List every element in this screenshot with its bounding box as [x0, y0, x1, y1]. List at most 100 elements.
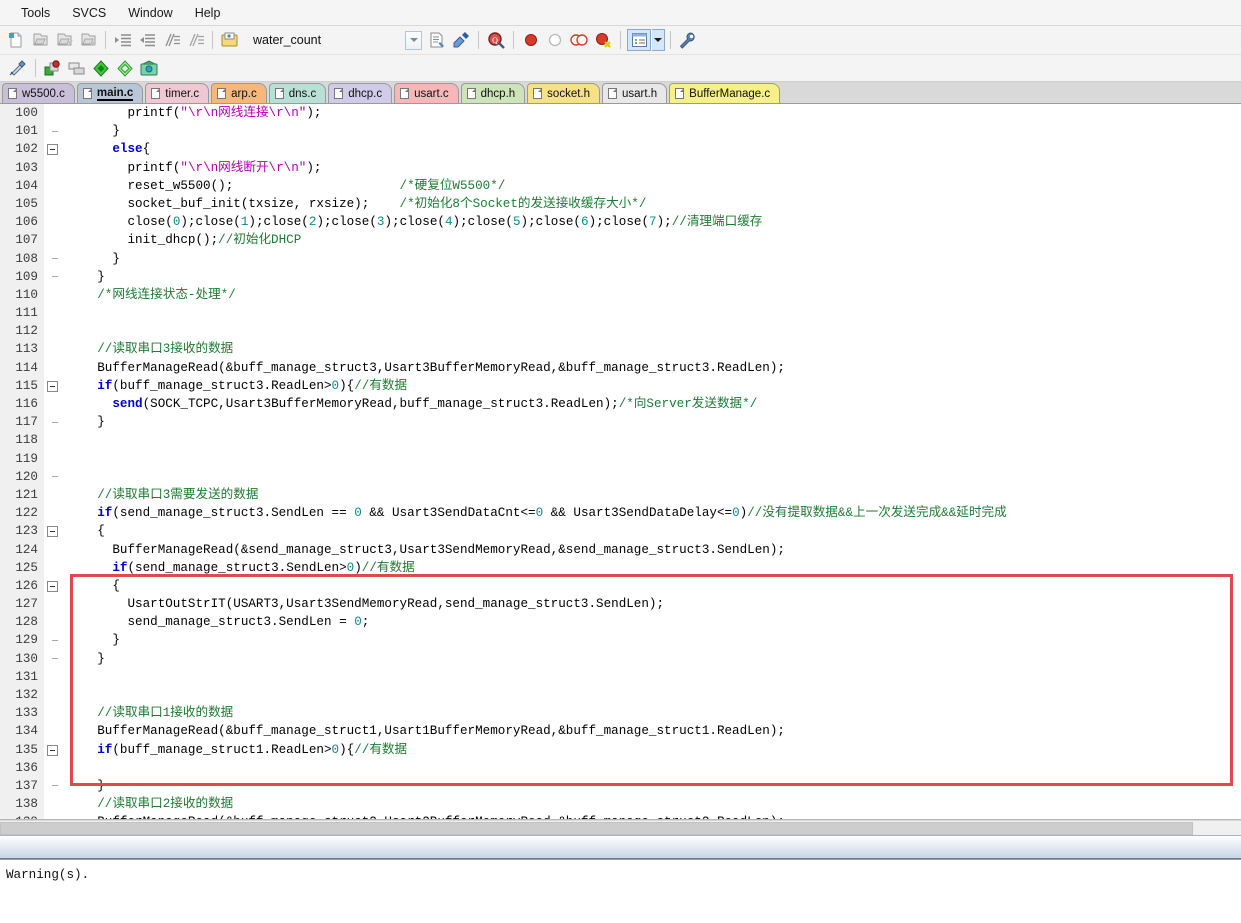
code-line[interactable]: 135 if(buff_manage_struct1.ReadLen>0){//… — [0, 740, 1241, 759]
code-line[interactable]: 121 //读取串口3需要发送的数据 — [0, 485, 1241, 505]
code-line[interactable]: 136 — [0, 758, 1241, 777]
indent-icon[interactable] — [112, 29, 134, 51]
line-number: 107 — [0, 231, 44, 250]
batch-build-icon[interactable] — [66, 57, 88, 79]
menu-tools[interactable]: Tools — [10, 3, 61, 23]
code-content[interactable]: 100 printf("\r\n网线连接\r\n"); 101 } 102 else… — [0, 104, 1241, 819]
file-tab-BufferManage-c[interactable]: BufferManage.c — [669, 83, 781, 103]
configure-icon[interactable] — [450, 29, 472, 51]
code-line[interactable]: 137 } — [0, 776, 1241, 796]
code-line[interactable]: 133 //读取串口1接收的数据 — [0, 704, 1241, 723]
code-line[interactable]: 132 — [0, 686, 1241, 705]
code-line[interactable]: 110 /*网线连接状态-处理*/ — [0, 285, 1241, 305]
file-properties-icon[interactable] — [426, 29, 448, 51]
fold-collapse-icon[interactable] — [47, 380, 58, 392]
file-tab-arp-c[interactable]: arp.c — [211, 83, 267, 103]
code-line[interactable]: 129 } — [0, 631, 1241, 650]
file-tab-dns-c[interactable]: dns.c — [268, 83, 327, 103]
disable-breakpoint-icon[interactable] — [568, 29, 590, 51]
code-line[interactable]: 113 //读取串口3接收的数据 — [0, 340, 1241, 359]
code-line[interactable]: 115 if(buff_manage_struct3.ReadLen>0){//… — [0, 376, 1241, 396]
file-tab-socket-h[interactable]: socket.h — [527, 83, 600, 103]
save-all-icon[interactable] — [77, 29, 99, 51]
open-file-icon[interactable] — [29, 29, 51, 51]
code-line[interactable]: 134 BufferManageRead(&buff_manage_struct… — [0, 722, 1241, 741]
file-tab-w5500-c[interactable]: w5500.c — [2, 83, 75, 103]
outdent-icon[interactable] — [136, 29, 158, 51]
rebuild-icon[interactable] — [7, 57, 29, 79]
code-line[interactable]: 107 init_dhcp();//初始化DHCP — [0, 231, 1241, 250]
line-number: 118 — [0, 431, 44, 450]
code-line[interactable]: 138 //读取串口2接收的数据 — [0, 795, 1241, 814]
code-line[interactable]: 104 reset_w5500(); /*硬复位W5500*/ — [0, 176, 1241, 195]
file-tab-main-c[interactable]: main.c — [76, 83, 144, 103]
code-line[interactable]: 130 } — [0, 649, 1241, 668]
code-line[interactable]: 105 socket_buf_init(txsize, rxsize); /*初… — [0, 194, 1241, 214]
horizontal-scrollbar[interactable] — [0, 820, 1241, 835]
find-in-files-icon[interactable]: Q — [485, 29, 507, 51]
manage-project-icon[interactable] — [138, 57, 160, 79]
code-line[interactable]: 124 BufferManageRead(&send_manage_struct… — [0, 540, 1241, 559]
fold-collapse-icon[interactable] — [47, 144, 58, 156]
uncomment-icon[interactable] — [184, 29, 206, 51]
code-line[interactable]: 111 — [0, 304, 1241, 323]
utilities-icon[interactable] — [677, 29, 699, 51]
menu-svcs[interactable]: SVCS — [61, 3, 117, 23]
menu-help[interactable]: Help — [184, 3, 232, 23]
project-window-icon[interactable] — [627, 29, 651, 51]
line-number: 117 — [0, 413, 44, 432]
document-icon — [608, 88, 617, 99]
code-line[interactable]: 125 if(send_manage_struct3.SendLen>0)//有… — [0, 558, 1241, 577]
line-number: 122 — [0, 504, 44, 523]
insert-breakpoint-icon[interactable] — [520, 29, 542, 51]
code-line[interactable]: 108 } — [0, 249, 1241, 268]
file-tab-timer-c[interactable]: timer.c — [145, 83, 210, 103]
code-line[interactable]: 106 close(0);close(1);close(2);close(3);… — [0, 213, 1241, 232]
target-options-icon[interactable] — [219, 29, 241, 51]
code-line[interactable]: 114 BufferManageRead(&buff_manage_struct… — [0, 358, 1241, 377]
kill-all-breakpoints-icon[interactable] — [592, 29, 614, 51]
code-line[interactable]: 117 } — [0, 413, 1241, 432]
chevron-down-icon[interactable] — [405, 30, 422, 50]
code-line[interactable]: 119 — [0, 449, 1241, 468]
code-line[interactable]: 139 BufferManageRead(&buff_manage_struct… — [0, 813, 1241, 819]
build-output-pane[interactable]: Warning(s). — [0, 859, 1241, 923]
save-file-icon[interactable] — [53, 29, 75, 51]
file-tab-dhcp-c[interactable]: dhcp.c — [328, 83, 393, 103]
fold-collapse-icon[interactable] — [47, 744, 58, 756]
code-line[interactable]: 126 { — [0, 576, 1241, 596]
code-text: //读取串口3接收的数据 — [97, 342, 234, 357]
code-line[interactable]: 116 send(SOCK_TCPC,Usart3BufferMemoryRea… — [0, 395, 1241, 414]
code-line[interactable]: 118 — [0, 431, 1241, 450]
build-target-icon[interactable] — [42, 57, 64, 79]
code-line[interactable]: 109 } — [0, 267, 1241, 286]
code-line[interactable]: 120 — [0, 467, 1241, 486]
remove-breakpoint-icon[interactable] — [544, 29, 566, 51]
code-editor[interactable]: 100 printf("\r\n网线连接\r\n"); 101 } 102 else… — [0, 104, 1241, 820]
translate-file-icon[interactable] — [90, 57, 112, 79]
file-tab-usart-h[interactable]: usart.h — [602, 83, 668, 103]
menu-window[interactable]: Window — [117, 3, 183, 23]
project-target-combo[interactable]: water_count — [246, 30, 422, 51]
code-line[interactable]: 100 printf("\r\n网线连接\r\n"); — [0, 104, 1241, 123]
fold-collapse-icon[interactable] — [47, 526, 58, 538]
code-text: { — [67, 524, 105, 539]
horizontal-scrollbar-thumb[interactable] — [0, 822, 1193, 835]
code-line[interactable]: 101 } — [0, 122, 1241, 141]
code-line[interactable]: 127 UsartOutStrIT(USART3,Usart3SendMemor… — [0, 595, 1241, 614]
code-line[interactable]: 102 else{ — [0, 140, 1241, 159]
project-window-dropdown-icon[interactable] — [652, 29, 665, 51]
file-tab-usart-c[interactable]: usart.c — [394, 83, 459, 103]
new-file-icon[interactable] — [5, 29, 27, 51]
file-tab-dhcp-h[interactable]: dhcp.h — [460, 83, 526, 103]
code-line[interactable]: 131 — [0, 667, 1241, 687]
fold-collapse-icon[interactable] — [47, 580, 58, 592]
code-line[interactable]: 112 — [0, 322, 1241, 341]
line-number: 126 — [0, 576, 44, 596]
code-line[interactable]: 123 { — [0, 522, 1241, 541]
code-line[interactable]: 128 send_manage_struct3.SendLen = 0; — [0, 613, 1241, 632]
stop-build-icon[interactable] — [114, 57, 136, 79]
code-line[interactable]: 103 printf("\r\n网线断开\r\n"); — [0, 158, 1241, 177]
comment-icon[interactable] — [160, 29, 182, 51]
code-line[interactable]: 122 if(send_manage_struct3.SendLen == 0 … — [0, 504, 1241, 523]
